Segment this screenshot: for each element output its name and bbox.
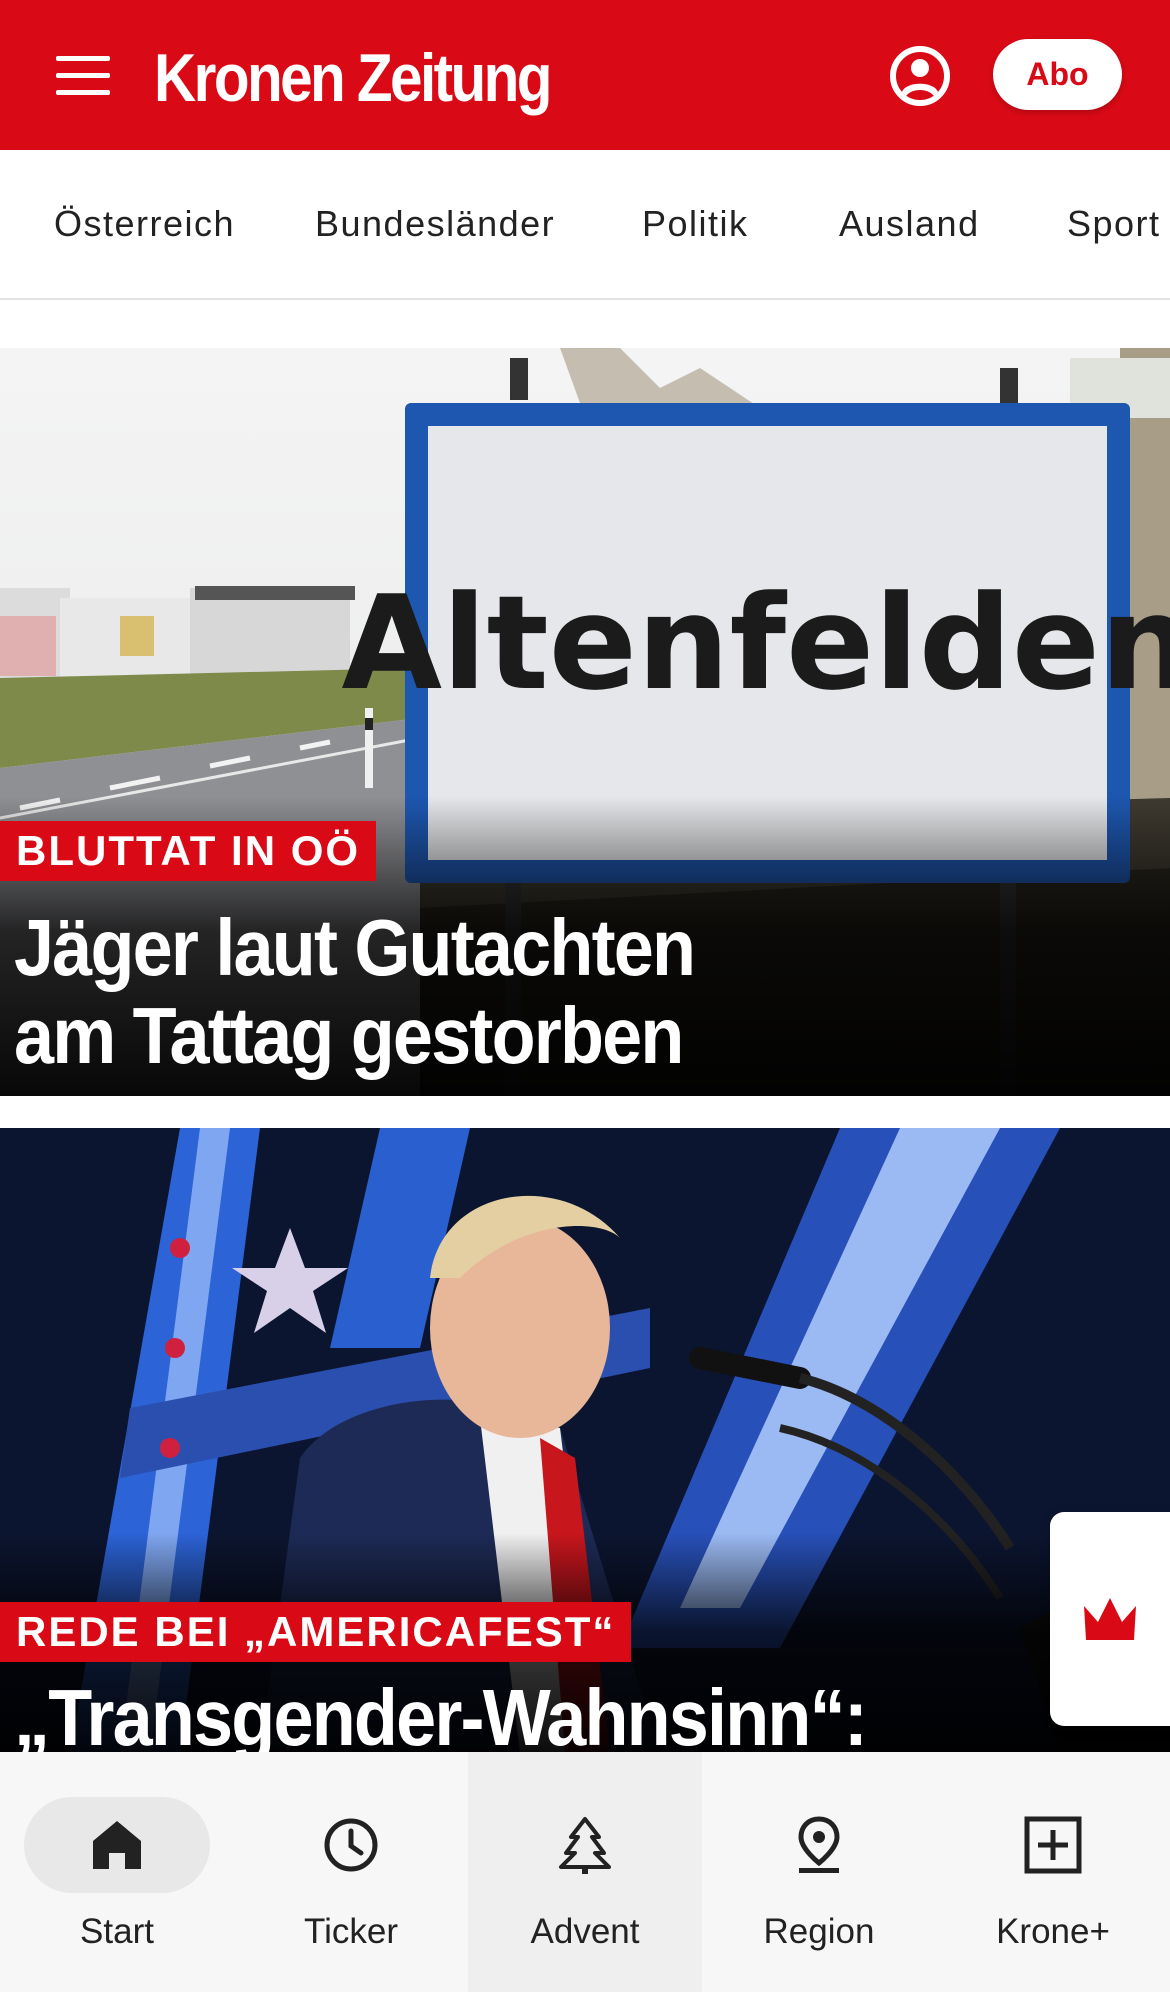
nav-label-advent: Advent [530,1912,640,1951]
headline-line-1: Jäger laut Gutachten [14,903,696,992]
crown-icon [1084,1598,1136,1640]
nav-ticker[interactable]: Ticker [234,1752,468,1992]
article-headline: „Transgender-Wahnsinn“: [14,1673,868,1754]
home-icon [93,1821,141,1869]
category-sport[interactable]: Sport [1067,150,1161,298]
krone-floating-button[interactable] [1050,1512,1170,1726]
article-kicker: REDE BEI „AMERICAFEST“ [0,1602,632,1662]
category-ausland[interactable]: Ausland [839,150,980,298]
category-oesterreich[interactable]: Österreich [54,150,235,298]
article-card-1[interactable]: Altenfelden BLUTTAT IN OÖ Jäger laut Gut… [0,348,1170,1096]
nav-region[interactable]: Region [702,1752,936,1992]
hamburger-menu-icon[interactable] [48,48,120,104]
article-card-2[interactable]: REDE BEI „AMERICAFEST“ „Transgender-Wahn… [0,1128,1170,1753]
user-account-icon[interactable] [888,44,952,108]
headline-line-2: am Tattag gestorben [14,991,684,1080]
article-headline: Jäger laut Gutachten am Tattag gestorben [14,903,696,1080]
plus-box-icon [1024,1816,1082,1874]
nav-label-kroneplus: Krone+ [996,1912,1110,1951]
app-page: Kronen Zeitung Abo Österreich Bundesländ… [0,0,1170,1992]
tree-icon [559,1817,611,1874]
nav-label-ticker: Ticker [304,1912,398,1951]
nav-start[interactable]: Start [0,1752,234,1992]
category-bundeslaender[interactable]: Bundesländer [315,150,555,298]
clock-icon [324,1818,378,1872]
headline-line-1: „Transgender-Wahnsinn“: [14,1673,868,1754]
top-header-bar: Kronen Zeitung Abo [0,0,1170,150]
nav-advent[interactable]: Advent [468,1752,702,1992]
location-pin-icon [798,1816,840,1873]
bottom-navigation: Start Ticker Advent Region Krone+ [0,1752,1170,1992]
nav-label-region: Region [763,1912,875,1951]
nav-kroneplus[interactable]: Krone+ [936,1752,1170,1992]
sign-text: Altenfelden [341,567,1170,719]
site-logo[interactable]: Kronen Zeitung [154,38,553,118]
abo-button[interactable]: Abo [993,39,1122,110]
category-nav: Österreich Bundesländer Politik Ausland … [0,150,1170,300]
nav-label-start: Start [80,1912,154,1951]
category-politik[interactable]: Politik [642,150,749,298]
article-kicker: BLUTTAT IN OÖ [0,821,377,881]
